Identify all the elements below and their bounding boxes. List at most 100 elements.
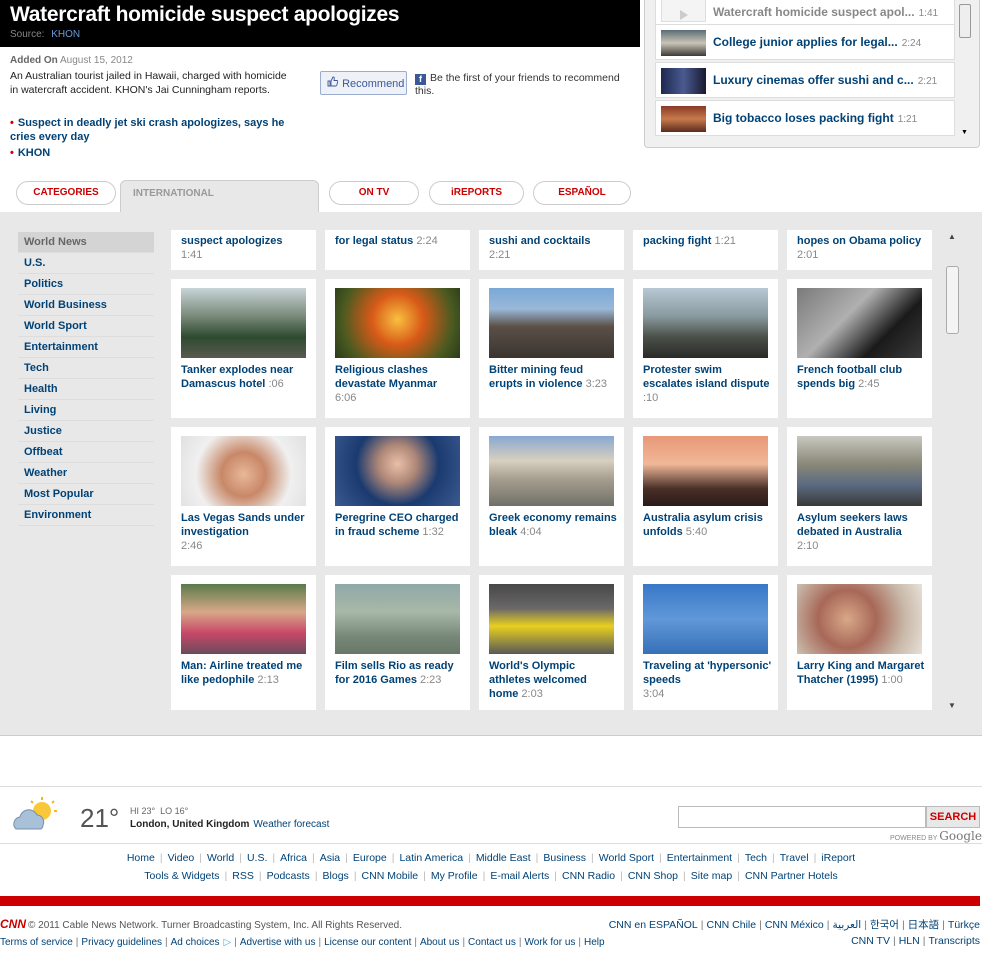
related-link[interactable]: • KHON <box>10 146 50 160</box>
video-card[interactable]: Tanker explodes near Damascus hotel :06 <box>171 279 316 418</box>
video-card[interactable]: Man: Airline treated me like pedophile 2… <box>171 575 316 710</box>
video-card[interactable]: Religious clashes devastate Myanmar 6:06 <box>325 279 470 418</box>
footer-link[interactable]: U.S. <box>247 852 267 864</box>
nav-item-health[interactable]: Health <box>18 379 154 400</box>
nav-item-politics[interactable]: Politics <box>18 274 154 295</box>
nav-item-living[interactable]: Living <box>18 400 154 421</box>
footer-link[interactable]: Site map <box>691 870 732 882</box>
footer-link[interactable]: Entertainment <box>667 852 732 864</box>
video-card[interactable]: World's Olympic athletes welcomed home 2… <box>479 575 624 710</box>
video-card[interactable]: suspect apologizes 1:41 <box>171 230 316 270</box>
edition-link[interactable]: 日本語 <box>908 919 940 931</box>
tv-link[interactable]: HLN <box>899 935 920 947</box>
nav-item-us[interactable]: U.S. <box>18 253 154 274</box>
nav-item-world-news[interactable]: World News <box>18 232 154 253</box>
footer-link[interactable]: World <box>207 852 234 864</box>
footer-link[interactable]: Podcasts <box>267 870 310 882</box>
footer-link[interactable]: iReport <box>821 852 855 864</box>
source-link[interactable]: KHON <box>51 29 80 40</box>
tab-on-tv[interactable]: ON TV <box>329 181 419 205</box>
footer-link[interactable]: RSS <box>232 870 254 882</box>
video-card[interactable]: sushi and cocktails 2:21 <box>479 230 624 270</box>
playlist-item[interactable]: Watercraft homicide suspect apol... 1:41 <box>655 0 955 26</box>
footer-link[interactable]: Latin America <box>399 852 463 864</box>
video-card[interactable]: Australia asylum crisis unfolds 5:40 <box>633 427 778 566</box>
legal-link[interactable]: License our content <box>324 937 411 948</box>
nav-item-most-popular[interactable]: Most Popular <box>18 484 154 505</box>
scrollbar-thumb[interactable] <box>946 266 959 334</box>
ad-choices-icon[interactable]: ▷ <box>224 937 232 948</box>
scroll-down-icon[interactable]: ▼ <box>948 701 956 710</box>
legal-link[interactable]: Help <box>584 937 605 948</box>
legal-link[interactable]: Terms of service <box>0 937 73 948</box>
tab-ireports[interactable]: iREPORTS <box>429 181 524 205</box>
footer-link[interactable]: Home <box>127 852 155 864</box>
related-link[interactable]: • Suspect in deadly jet ski crash apologi… <box>10 116 295 144</box>
video-card[interactable]: Las Vegas Sands under investigation 2:46 <box>171 427 316 566</box>
tv-link[interactable]: Transcripts <box>928 935 980 947</box>
legal-link[interactable]: Work for us <box>524 937 575 948</box>
legal-link[interactable]: Contact us <box>468 937 516 948</box>
nav-item-weather[interactable]: Weather <box>18 463 154 484</box>
footer-link[interactable]: Travel <box>780 852 809 864</box>
nav-item-justice[interactable]: Justice <box>18 421 154 442</box>
footer-link[interactable]: Business <box>543 852 586 864</box>
legal-link[interactable]: Advertise with us <box>240 937 316 948</box>
footer-link[interactable]: CNN Mobile <box>362 870 419 882</box>
tv-link[interactable]: CNN TV <box>851 935 890 947</box>
video-card[interactable]: Film sells Rio as ready for 2016 Games 2… <box>325 575 470 710</box>
legal-link[interactable]: Ad choices <box>171 937 220 948</box>
video-card[interactable]: Bitter mining feud erupts in violence 3:… <box>479 279 624 418</box>
footer-link[interactable]: CNN Radio <box>562 870 615 882</box>
playlist-item[interactable]: Luxury cinemas offer sushi and c... 2:21 <box>655 62 955 98</box>
playlist-scrollbar[interactable]: ▼ <box>959 0 971 136</box>
search-button[interactable]: SEARCH <box>926 806 980 828</box>
nav-item-tech[interactable]: Tech <box>18 358 154 379</box>
video-card[interactable]: Peregrine CEO charged in fraud scheme 1:… <box>325 427 470 566</box>
footer-link[interactable]: My Profile <box>431 870 478 882</box>
legal-link[interactable]: Privacy guidelines <box>81 937 162 948</box>
video-card[interactable]: packing fight 1:21 <box>633 230 778 270</box>
scroll-up-icon[interactable]: ▲ <box>948 232 956 241</box>
gallery-scrollbar[interactable]: ▲ ▼ <box>944 232 960 710</box>
footer-link[interactable]: Video <box>168 852 195 864</box>
edition-link[interactable]: العربية <box>833 919 862 931</box>
scroll-down-icon[interactable]: ▼ <box>961 129 968 136</box>
footer-link[interactable]: E-mail Alerts <box>490 870 549 882</box>
footer-link[interactable]: CNN Partner Hotels <box>745 870 838 882</box>
weather-forecast-link[interactable]: Weather forecast <box>253 819 329 830</box>
video-card[interactable]: for legal status 2:24 <box>325 230 470 270</box>
video-card[interactable]: Asylum seekers laws debated in Australia… <box>787 427 932 566</box>
footer-link[interactable]: Asia <box>320 852 340 864</box>
legal-link[interactable]: About us <box>420 937 459 948</box>
footer-link[interactable]: Africa <box>280 852 307 864</box>
recommend-button[interactable]: Recommend <box>320 71 407 95</box>
playlist-item[interactable]: Big tobacco loses packing fight 1:21 <box>655 100 955 136</box>
nav-item-offbeat[interactable]: Offbeat <box>18 442 154 463</box>
footer-link[interactable]: Blogs <box>323 870 349 882</box>
tab-international[interactable]: INTERNATIONAL <box>120 180 319 214</box>
footer-link[interactable]: Middle East <box>476 852 531 864</box>
nav-item-world-sport[interactable]: World Sport <box>18 316 154 337</box>
video-card[interactable]: Larry King and Margaret Thatcher (1995) … <box>787 575 932 710</box>
edition-link[interactable]: CNN México <box>765 919 824 931</box>
footer-link[interactable]: Europe <box>353 852 387 864</box>
footer-link[interactable]: Tech <box>745 852 767 864</box>
scrollbar-thumb[interactable] <box>959 4 971 38</box>
playlist-item[interactable]: College junior applies for legal... 2:24 <box>655 24 955 60</box>
video-card[interactable]: Protester swim escalates island dispute … <box>633 279 778 418</box>
nav-item-environment[interactable]: Environment <box>18 505 154 526</box>
edition-link[interactable]: 한국어 <box>870 919 899 931</box>
edition-link[interactable]: CNN en ESPAÑOL <box>609 919 698 931</box>
edition-link[interactable]: Türkçe <box>948 919 980 931</box>
footer-link[interactable]: World Sport <box>599 852 654 864</box>
nav-item-world-business[interactable]: World Business <box>18 295 154 316</box>
tab-categories[interactable]: CATEGORIES <box>16 181 116 205</box>
nav-item-entertainment[interactable]: Entertainment <box>18 337 154 358</box>
search-input[interactable] <box>678 806 926 828</box>
video-card[interactable]: Traveling at 'hypersonic' speeds 3:04 <box>633 575 778 710</box>
video-card[interactable]: Greek economy remains bleak 4:04 <box>479 427 624 566</box>
footer-link[interactable]: Tools & Widgets <box>144 870 219 882</box>
edition-link[interactable]: CNN Chile <box>707 919 757 931</box>
video-card[interactable]: French football club spends big 2:45 <box>787 279 932 418</box>
